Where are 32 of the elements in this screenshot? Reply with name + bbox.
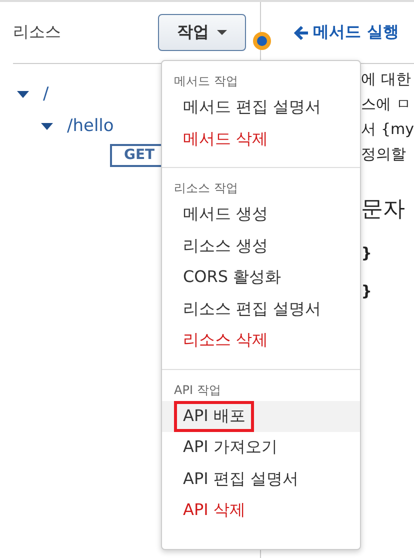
caret-icon <box>217 30 228 35</box>
panel-title: 리소스 <box>13 22 61 43</box>
description-text: 서 {my <box>361 120 414 139</box>
menu-item[interactable]: 리소스 삭제 <box>174 325 278 356</box>
menu-item[interactable]: API 가져오기 <box>174 432 286 464</box>
description-text: 에 대한 <box>361 70 412 89</box>
description-text: } <box>361 244 373 262</box>
menu-item[interactable]: API 배포 <box>174 400 254 432</box>
expand-icon[interactable] <box>17 90 29 98</box>
menu-section-heading: 리소스 작업 <box>173 180 239 197</box>
menu-section-heading: API 작업 <box>173 382 222 398</box>
menu-item[interactable]: 리소스 생성 <box>174 230 278 262</box>
status-dot <box>253 32 271 50</box>
menu-item[interactable]: API 삭제 <box>174 495 254 526</box>
arrow-left-icon <box>293 24 310 40</box>
description-text: 정의할 <box>361 145 408 164</box>
menu-item[interactable]: 메서드 생성 <box>174 199 278 230</box>
menu-item[interactable]: 메서드 삭제 <box>174 124 278 155</box>
menu-item[interactable]: 메서드 편집 설명서 <box>174 92 330 124</box>
expand-icon[interactable] <box>41 122 53 130</box>
back-link[interactable]: 메서드 실행 <box>293 22 399 43</box>
description-text: 스에 ㅁ <box>361 95 412 114</box>
resource-item[interactable]: /hello <box>67 116 114 136</box>
menu-section-heading: 메서드 작업 <box>173 73 239 90</box>
actions-button[interactable]: 작업 <box>158 14 246 51</box>
description-text: } <box>361 282 373 300</box>
menu-item[interactable]: API 편집 설명서 <box>174 464 308 495</box>
back-link-text: 메서드 실행 <box>313 22 399 43</box>
menu-item[interactable]: 리소스 편집 설명서 <box>174 294 330 325</box>
description-text: 문자 <box>361 196 406 224</box>
menu-item[interactable]: CORS 활성화 <box>174 262 290 294</box>
resource-item[interactable]: / <box>43 84 49 104</box>
